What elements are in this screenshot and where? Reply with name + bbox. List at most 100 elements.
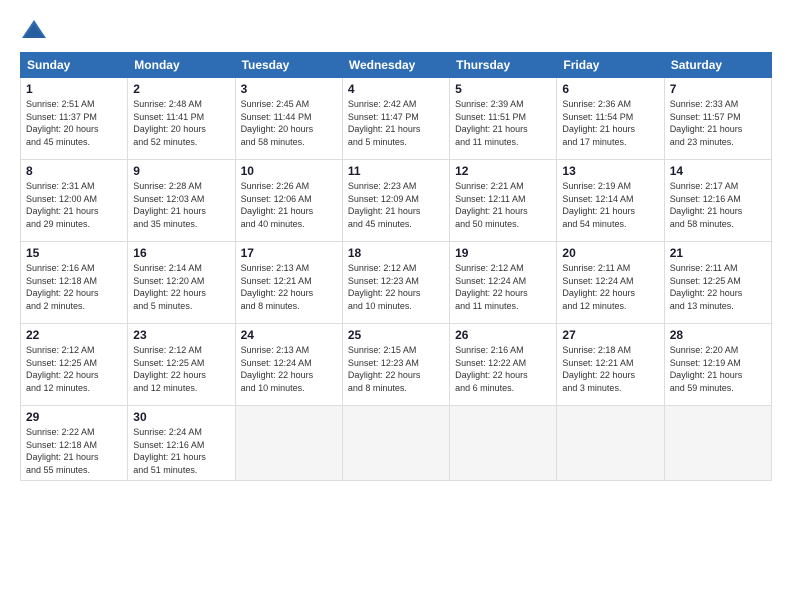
day-number: 19 bbox=[455, 246, 551, 260]
day-number: 3 bbox=[241, 82, 337, 96]
calendar-cell: 5Sunrise: 2:39 AM Sunset: 11:51 PM Dayli… bbox=[450, 78, 557, 160]
day-number: 16 bbox=[133, 246, 229, 260]
calendar-cell bbox=[557, 406, 664, 481]
day-info: Sunrise: 2:14 AM Sunset: 12:20 AM Daylig… bbox=[133, 262, 229, 312]
calendar-header-wednesday: Wednesday bbox=[342, 53, 449, 78]
calendar-week-5: 29 Sunrise: 2:22 AM Sunset: 12:18 AM Dayl… bbox=[21, 406, 772, 481]
calendar-cell: 27 Sunrise: 2:18 AM Sunset: 12:21 AM Dayl… bbox=[557, 324, 664, 406]
calendar-week-1: 1 Sunrise: 2:51 AM Sunset: 11:37 PM Dayli… bbox=[21, 78, 772, 160]
calendar-cell: 20 Sunrise: 2:11 AM Sunset: 12:24 AM Dayl… bbox=[557, 242, 664, 324]
calendar-cell: 11 Sunrise: 2:23 AM Sunset: 12:09 AM Dayl… bbox=[342, 160, 449, 242]
day-info: Sunrise: 2:12 AM Sunset: 12:24 AM Daylig… bbox=[455, 262, 551, 312]
day-info: Sunrise: 2:33 AM Sunset: 11:57 PM Daylig… bbox=[670, 98, 766, 148]
calendar-header-saturday: Saturday bbox=[664, 53, 771, 78]
day-number: 13 bbox=[562, 164, 658, 178]
logo bbox=[20, 16, 52, 44]
calendar-cell: 28Sunrise: 2:20 AM Sunset: 12:19 AM Dayl… bbox=[664, 324, 771, 406]
day-number: 4 bbox=[348, 82, 444, 96]
calendar-cell: 29 Sunrise: 2:22 AM Sunset: 12:18 AM Dayl… bbox=[21, 406, 128, 481]
calendar-cell: 7Sunrise: 2:33 AM Sunset: 11:57 PM Dayli… bbox=[664, 78, 771, 160]
calendar-cell bbox=[450, 406, 557, 481]
day-info: Sunrise: 2:28 AM Sunset: 12:03 AM Daylig… bbox=[133, 180, 229, 230]
calendar-header-tuesday: Tuesday bbox=[235, 53, 342, 78]
calendar-cell: 8Sunrise: 2:31 AM Sunset: 12:00 AM Dayli… bbox=[21, 160, 128, 242]
day-info: Sunrise: 2:16 AM Sunset: 12:22 AM Daylig… bbox=[455, 344, 551, 394]
day-number: 24 bbox=[241, 328, 337, 342]
page: SundayMondayTuesdayWednesdayThursdayFrid… bbox=[0, 0, 792, 612]
day-number: 30 bbox=[133, 410, 229, 424]
calendar-cell: 19 Sunrise: 2:12 AM Sunset: 12:24 AM Dayl… bbox=[450, 242, 557, 324]
calendar-cell: 30 Sunrise: 2:24 AM Sunset: 12:16 AM Dayl… bbox=[128, 406, 235, 481]
day-number: 18 bbox=[348, 246, 444, 260]
day-number: 17 bbox=[241, 246, 337, 260]
calendar-header-thursday: Thursday bbox=[450, 53, 557, 78]
calendar-cell: 4 Sunrise: 2:42 AM Sunset: 11:47 PM Dayli… bbox=[342, 78, 449, 160]
day-info: Sunrise: 2:19 AM Sunset: 12:14 AM Daylig… bbox=[562, 180, 658, 230]
calendar-cell: 15 Sunrise: 2:16 AM Sunset: 12:18 AM Dayl… bbox=[21, 242, 128, 324]
day-number: 22 bbox=[26, 328, 122, 342]
day-number: 1 bbox=[26, 82, 122, 96]
calendar-cell: 1 Sunrise: 2:51 AM Sunset: 11:37 PM Dayli… bbox=[21, 78, 128, 160]
calendar-cell: 13 Sunrise: 2:19 AM Sunset: 12:14 AM Dayl… bbox=[557, 160, 664, 242]
calendar-header-row: SundayMondayTuesdayWednesdayThursdayFrid… bbox=[21, 53, 772, 78]
day-info: Sunrise: 2:16 AM Sunset: 12:18 AM Daylig… bbox=[26, 262, 122, 312]
calendar-cell: 21 Sunrise: 2:11 AM Sunset: 12:25 AM Dayl… bbox=[664, 242, 771, 324]
calendar-cell: 17Sunrise: 2:13 AM Sunset: 12:21 AM Dayl… bbox=[235, 242, 342, 324]
day-info: Sunrise: 2:31 AM Sunset: 12:00 AM Daylig… bbox=[26, 180, 122, 230]
calendar-cell: 26 Sunrise: 2:16 AM Sunset: 12:22 AM Dayl… bbox=[450, 324, 557, 406]
day-info: Sunrise: 2:23 AM Sunset: 12:09 AM Daylig… bbox=[348, 180, 444, 230]
logo-icon bbox=[20, 16, 48, 44]
day-info: Sunrise: 2:12 AM Sunset: 12:23 AM Daylig… bbox=[348, 262, 444, 312]
day-info: Sunrise: 2:13 AM Sunset: 12:24 AM Daylig… bbox=[241, 344, 337, 394]
day-number: 27 bbox=[562, 328, 658, 342]
calendar-cell bbox=[664, 406, 771, 481]
day-number: 11 bbox=[348, 164, 444, 178]
calendar-cell: 16 Sunrise: 2:14 AM Sunset: 12:20 AM Dayl… bbox=[128, 242, 235, 324]
day-info: Sunrise: 2:11 AM Sunset: 12:25 AM Daylig… bbox=[670, 262, 766, 312]
calendar-week-3: 15 Sunrise: 2:16 AM Sunset: 12:18 AM Dayl… bbox=[21, 242, 772, 324]
day-info: Sunrise: 2:22 AM Sunset: 12:18 AM Daylig… bbox=[26, 426, 122, 476]
day-info: Sunrise: 2:11 AM Sunset: 12:24 AM Daylig… bbox=[562, 262, 658, 312]
day-number: 15 bbox=[26, 246, 122, 260]
day-number: 29 bbox=[26, 410, 122, 424]
day-number: 21 bbox=[670, 246, 766, 260]
day-info: Sunrise: 2:51 AM Sunset: 11:37 PM Daylig… bbox=[26, 98, 122, 148]
day-info: Sunrise: 2:42 AM Sunset: 11:47 PM Daylig… bbox=[348, 98, 444, 148]
day-info: Sunrise: 2:17 AM Sunset: 12:16 AM Daylig… bbox=[670, 180, 766, 230]
calendar-cell: 10 Sunrise: 2:26 AM Sunset: 12:06 AM Dayl… bbox=[235, 160, 342, 242]
day-number: 10 bbox=[241, 164, 337, 178]
calendar-cell: 6Sunrise: 2:36 AM Sunset: 11:54 PM Dayli… bbox=[557, 78, 664, 160]
day-number: 12 bbox=[455, 164, 551, 178]
day-info: Sunrise: 2:20 AM Sunset: 12:19 AM Daylig… bbox=[670, 344, 766, 394]
day-info: Sunrise: 2:15 AM Sunset: 12:23 AM Daylig… bbox=[348, 344, 444, 394]
day-info: Sunrise: 2:18 AM Sunset: 12:21 AM Daylig… bbox=[562, 344, 658, 394]
calendar-week-2: 8Sunrise: 2:31 AM Sunset: 12:00 AM Dayli… bbox=[21, 160, 772, 242]
calendar-cell: 22 Sunrise: 2:12 AM Sunset: 12:25 AM Dayl… bbox=[21, 324, 128, 406]
day-info: Sunrise: 2:24 AM Sunset: 12:16 AM Daylig… bbox=[133, 426, 229, 476]
calendar-cell: 14 Sunrise: 2:17 AM Sunset: 12:16 AM Dayl… bbox=[664, 160, 771, 242]
day-info: Sunrise: 2:21 AM Sunset: 12:11 AM Daylig… bbox=[455, 180, 551, 230]
calendar-cell: 12 Sunrise: 2:21 AM Sunset: 12:11 AM Dayl… bbox=[450, 160, 557, 242]
day-number: 26 bbox=[455, 328, 551, 342]
day-info: Sunrise: 2:36 AM Sunset: 11:54 PM Daylig… bbox=[562, 98, 658, 148]
day-number: 9 bbox=[133, 164, 229, 178]
calendar-cell: 23Sunrise: 2:12 AM Sunset: 12:25 AM Dayl… bbox=[128, 324, 235, 406]
header bbox=[20, 16, 772, 44]
day-number: 20 bbox=[562, 246, 658, 260]
calendar-week-4: 22 Sunrise: 2:12 AM Sunset: 12:25 AM Dayl… bbox=[21, 324, 772, 406]
calendar-cell: 3 Sunrise: 2:45 AM Sunset: 11:44 PM Dayli… bbox=[235, 78, 342, 160]
day-info: Sunrise: 2:26 AM Sunset: 12:06 AM Daylig… bbox=[241, 180, 337, 230]
calendar-cell bbox=[342, 406, 449, 481]
calendar-cell: 2Sunrise: 2:48 AM Sunset: 11:41 PM Dayli… bbox=[128, 78, 235, 160]
day-info: Sunrise: 2:48 AM Sunset: 11:41 PM Daylig… bbox=[133, 98, 229, 148]
calendar-header-sunday: Sunday bbox=[21, 53, 128, 78]
calendar-cell: 9 Sunrise: 2:28 AM Sunset: 12:03 AM Dayli… bbox=[128, 160, 235, 242]
calendar-table: SundayMondayTuesdayWednesdayThursdayFrid… bbox=[20, 52, 772, 481]
day-number: 25 bbox=[348, 328, 444, 342]
day-info: Sunrise: 2:45 AM Sunset: 11:44 PM Daylig… bbox=[241, 98, 337, 148]
day-info: Sunrise: 2:12 AM Sunset: 12:25 AM Daylig… bbox=[133, 344, 229, 394]
calendar-header-friday: Friday bbox=[557, 53, 664, 78]
day-info: Sunrise: 2:12 AM Sunset: 12:25 AM Daylig… bbox=[26, 344, 122, 394]
day-info: Sunrise: 2:39 AM Sunset: 11:51 PM Daylig… bbox=[455, 98, 551, 148]
day-number: 14 bbox=[670, 164, 766, 178]
